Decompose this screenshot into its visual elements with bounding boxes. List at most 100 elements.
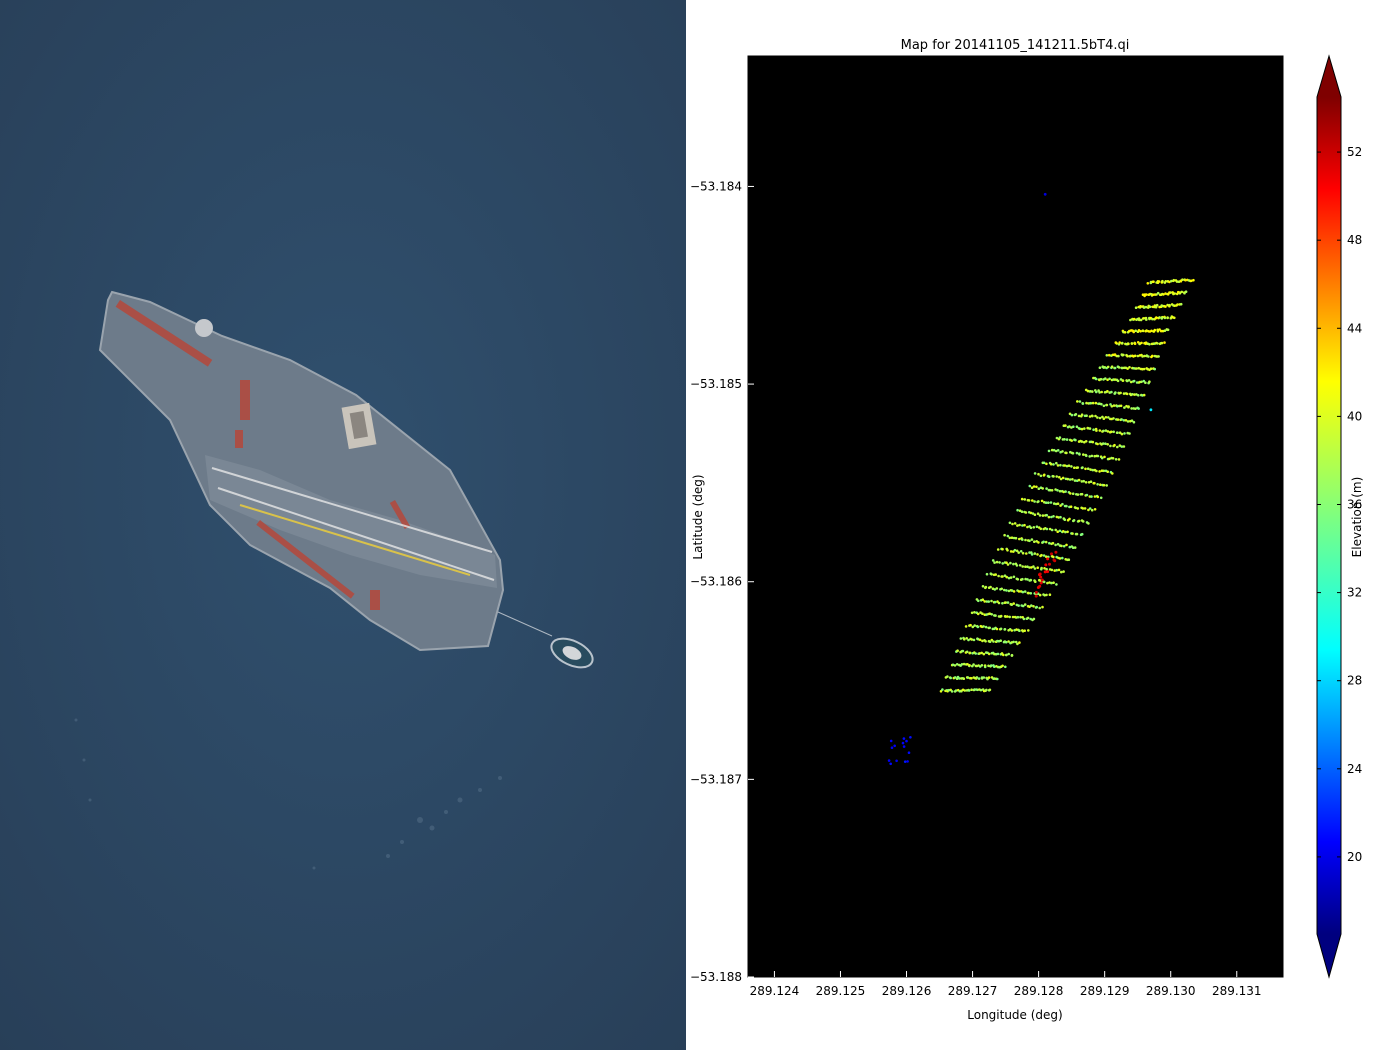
data-point <box>1039 581 1043 585</box>
data-point <box>981 585 985 588</box>
data-point <box>989 585 992 589</box>
data-point <box>1118 341 1121 344</box>
data-point <box>1080 427 1084 431</box>
data-point <box>1059 463 1062 467</box>
data-point <box>1152 280 1155 284</box>
data-point <box>1038 593 1042 597</box>
data-point <box>1077 478 1081 482</box>
data-point <box>972 663 975 666</box>
colorbar-gradient <box>1317 97 1341 934</box>
data-point <box>1016 508 1019 512</box>
data-point <box>1012 590 1016 593</box>
data-point <box>988 688 992 692</box>
data-point <box>1035 485 1038 489</box>
data-point <box>1009 561 1012 565</box>
data-point <box>1087 522 1090 525</box>
colorbar-tick-label: 40 <box>1347 409 1362 423</box>
data-point <box>1120 418 1123 421</box>
data-point <box>1013 522 1017 525</box>
data-point <box>1078 400 1082 403</box>
data-point <box>1160 317 1164 320</box>
data-point <box>1055 583 1058 586</box>
data-point <box>1045 487 1048 490</box>
data-point <box>1062 544 1066 548</box>
data-point <box>1012 562 1015 566</box>
data-point <box>1121 379 1125 383</box>
data-point <box>1083 507 1087 510</box>
data-point <box>1146 282 1150 285</box>
data-point <box>1090 495 1093 498</box>
data-point <box>1082 479 1085 483</box>
data-point <box>1055 568 1058 572</box>
data-point <box>1065 504 1068 508</box>
data-point <box>982 625 985 628</box>
data-point <box>1102 404 1106 408</box>
data-point <box>1059 515 1062 519</box>
data-point <box>1001 602 1004 605</box>
data-point <box>946 675 949 678</box>
colorbar-max-extend <box>1317 56 1341 97</box>
data-point <box>1184 290 1188 294</box>
chart-title: Map for 20141105_141211.5bT4.qi <box>901 38 1130 53</box>
data-point <box>1052 581 1055 584</box>
x-tick-label: 289.131 <box>1212 984 1262 998</box>
data-point <box>1026 578 1029 581</box>
data-point <box>1114 391 1117 394</box>
data-point <box>1100 390 1103 394</box>
data-point <box>1067 558 1071 561</box>
y-tick-label: −53.184 <box>690 179 742 193</box>
data-point <box>1128 432 1131 435</box>
data-point <box>1099 496 1103 500</box>
data-point <box>963 638 966 641</box>
data-point <box>903 760 907 763</box>
data-point <box>1088 507 1092 510</box>
data-point <box>995 587 999 590</box>
data-point <box>905 739 908 743</box>
data-point <box>978 638 982 642</box>
colorbar-tick-label: 44 <box>1347 321 1362 335</box>
data-point <box>1054 528 1057 532</box>
data-point <box>1127 379 1131 382</box>
data-point <box>1038 514 1042 517</box>
data-point <box>907 751 911 754</box>
data-point <box>1012 575 1016 579</box>
data-point <box>1140 380 1143 384</box>
data-point <box>1005 575 1008 579</box>
data-point <box>1155 316 1158 319</box>
data-point <box>1022 617 1026 621</box>
data-point <box>984 625 988 629</box>
data-point <box>909 736 912 739</box>
data-point <box>1192 278 1195 282</box>
data-point <box>961 649 965 653</box>
data-point <box>1090 454 1094 458</box>
data-point <box>1040 578 1044 582</box>
data-point <box>1117 458 1121 461</box>
data-point <box>1090 508 1094 512</box>
data-point <box>1088 427 1092 430</box>
data-point <box>1060 544 1063 548</box>
data-point <box>1063 438 1066 441</box>
data-point <box>1006 601 1010 604</box>
data-point <box>964 625 968 628</box>
data-point <box>1091 414 1094 418</box>
data-point <box>1029 578 1033 582</box>
data-point <box>1023 603 1027 606</box>
data-point <box>1019 550 1023 553</box>
colorbar-tick-label: 48 <box>1347 233 1362 247</box>
data-point <box>1096 495 1100 499</box>
data-point <box>1034 580 1037 583</box>
data-point <box>1104 377 1107 380</box>
data-point <box>976 612 980 616</box>
colorbar-tick-label: 24 <box>1347 762 1362 776</box>
data-point <box>1105 354 1109 357</box>
data-point <box>1106 470 1109 474</box>
data-point <box>1065 543 1068 547</box>
data-point <box>1055 461 1058 465</box>
data-point <box>1066 477 1070 481</box>
y-axis-ticks: −53.184 −53.185 −53.186 −53.187 −53.188 <box>690 179 754 984</box>
data-point <box>1025 552 1028 555</box>
data-point <box>1027 591 1030 595</box>
data-point <box>1076 466 1080 469</box>
data-point <box>1149 408 1153 412</box>
data-point <box>975 676 979 679</box>
